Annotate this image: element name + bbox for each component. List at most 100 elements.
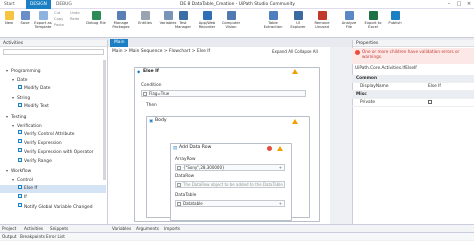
- datatable-field[interactable]: Datatable +: [175, 200, 285, 207]
- sequence-icon: ▣: [149, 119, 154, 124]
- export-excel-button[interactable]: Export to Excel: [364, 11, 382, 29]
- ui-explorer-button[interactable]: UI Explorer: [288, 11, 308, 29]
- tree-item-label: Testing: [11, 114, 27, 120]
- prop-private[interactable]: Private: [352, 99, 474, 107]
- table-icon: [268, 11, 278, 20]
- activity-icon: [18, 139, 22, 144]
- expand-all-link[interactable]: Expand All: [272, 49, 293, 54]
- activities-panel-title: Activities: [0, 40, 107, 47]
- body-warning-icon: [292, 119, 298, 124]
- tree-item[interactable]: ▾ Control: [0, 176, 33, 184]
- close-icon[interactable]: ×: [464, 0, 474, 9]
- table-extraction-button[interactable]: Table Extraction: [262, 11, 284, 29]
- plus-icon[interactable]: +: [279, 201, 282, 206]
- status-bar: Output Breakpoints Error List: [0, 232, 474, 240]
- properties-title: Properties: [353, 40, 474, 47]
- ribbon-toolbar: New Save Export as Template Cut Copy Pas…: [0, 9, 474, 38]
- redo-button[interactable]: Redo: [70, 17, 79, 22]
- tree-item[interactable]: If: [0, 193, 27, 202]
- publish-button[interactable]: Publish: [386, 11, 404, 25]
- window-title: DE 8 DataTable_Creation - UiPath Studio …: [180, 2, 295, 7]
- tree-item[interactable]: Modify Date: [0, 84, 51, 93]
- tree-item[interactable]: Modify Text: [0, 102, 49, 111]
- activities-search-input[interactable]: [3, 49, 104, 55]
- export-template-button[interactable]: Export as Template: [34, 11, 52, 29]
- tree-item[interactable]: ▾ Verification: [0, 122, 42, 130]
- condition-field[interactable]: Flag=True: [141, 90, 306, 97]
- minimize-icon[interactable]: –: [444, 0, 454, 9]
- tab-debug[interactable]: DEBUG: [52, 0, 76, 9]
- private-checkbox[interactable]: [428, 99, 432, 104]
- tree-item[interactable]: Notify Global Variable Changed: [0, 203, 93, 212]
- prop-displayname[interactable]: DisplayName Else If: [352, 83, 474, 91]
- section-misc[interactable]: Misc: [352, 91, 474, 99]
- tree-item-label: Notify Global Variable Changed: [24, 204, 93, 210]
- tree-item[interactable]: ▾ String: [0, 94, 30, 102]
- publish-icon: [390, 11, 400, 20]
- warning-icon: [292, 69, 298, 74]
- activities-scrollbar[interactable]: [103, 60, 106, 180]
- row-warning-icon: [277, 146, 283, 151]
- else-if-icon: ◆: [137, 70, 141, 75]
- debug-file-button[interactable]: Debug File: [86, 11, 106, 25]
- manage-packages-button[interactable]: Manage Packages: [110, 11, 132, 29]
- tree-item[interactable]: Else If: [0, 184, 106, 194]
- error-icon: [267, 146, 272, 151]
- export-icon: [38, 11, 48, 20]
- activity-icon: [18, 102, 22, 107]
- app-web-recorder-button[interactable]: App/Web Recorder: [196, 11, 218, 29]
- tree-item-label: Modify Date: [24, 86, 51, 92]
- add-data-row-title: Add Data Row: [179, 145, 212, 150]
- tree-item-label: Date: [17, 78, 28, 84]
- expression-icon: [177, 202, 181, 206]
- maximize-icon[interactable]: □: [454, 0, 464, 9]
- plus-icon[interactable]: +: [279, 165, 282, 170]
- entities-button[interactable]: Entities: [136, 11, 154, 25]
- tree-item-label: Verify Range: [24, 159, 52, 164]
- copy-button[interactable]: Copy: [54, 17, 63, 22]
- test-manager-icon: [178, 11, 188, 20]
- array-row-label: ArrayRow: [175, 157, 196, 162]
- condition-label: Condition: [141, 83, 162, 88]
- activity-icon: [18, 148, 22, 153]
- tree-item[interactable]: Verify Control Attribute: [0, 130, 75, 139]
- new-button[interactable]: New: [2, 11, 16, 25]
- document-tab-main[interactable]: Main: [110, 39, 129, 47]
- section-common[interactable]: Common: [352, 75, 474, 83]
- tree-item-label: Modify Text: [24, 104, 49, 110]
- tree-item-label: Verify Expression with Operator: [24, 149, 94, 155]
- paste-button[interactable]: Paste: [54, 23, 64, 28]
- array-row-field[interactable]: {"Sony",28,300000} +: [175, 164, 285, 171]
- cut-button[interactable]: Cut: [54, 11, 60, 16]
- activity-icon: [18, 193, 22, 198]
- recorder-icon: [202, 11, 212, 20]
- remove-icon: [317, 11, 327, 20]
- error-icon: [355, 50, 360, 55]
- tree-item[interactable]: ▾ Testing: [0, 113, 26, 121]
- entities-icon: [140, 11, 150, 20]
- tree-item[interactable]: Verify Range: [0, 157, 52, 166]
- analyze-file-button[interactable]: Analyze File: [340, 11, 358, 29]
- tree-item[interactable]: ▾ Workflow: [0, 167, 31, 175]
- tree-item[interactable]: ▾ Date: [0, 76, 28, 84]
- tree-item[interactable]: Verify Expression: [0, 139, 62, 148]
- undo-button[interactable]: Undo: [70, 11, 80, 16]
- tree-item[interactable]: Verify Expression with Operator: [0, 148, 94, 157]
- test-manager-button[interactable]: Test Manager: [172, 11, 194, 29]
- save-icon: [20, 11, 30, 20]
- computer-vision-button[interactable]: Computer Vision: [220, 11, 242, 29]
- datarow-field[interactable]: The DataRow object to be added to the Da…: [175, 181, 285, 188]
- tab-start[interactable]: Start: [0, 0, 19, 9]
- collapse-all-link[interactable]: Collapse All: [294, 49, 317, 54]
- expression-icon: [143, 92, 147, 96]
- breadcrumb[interactable]: Main > Main Sequence > Flowchart > Else …: [112, 49, 210, 54]
- remove-unused-button[interactable]: Remove Unused: [312, 11, 332, 29]
- tab-design[interactable]: DESIGN: [26, 0, 51, 9]
- activity-icon: [18, 157, 22, 162]
- tree-item-label: Control: [17, 178, 33, 184]
- excel-icon: [368, 11, 378, 20]
- tree-item[interactable]: ▾ Programming: [0, 67, 41, 75]
- save-button[interactable]: Save: [18, 11, 32, 25]
- title-bar: Start DESIGN DEBUG DE 8 DataTable_Creati…: [0, 0, 474, 9]
- analyze-icon: [344, 11, 354, 20]
